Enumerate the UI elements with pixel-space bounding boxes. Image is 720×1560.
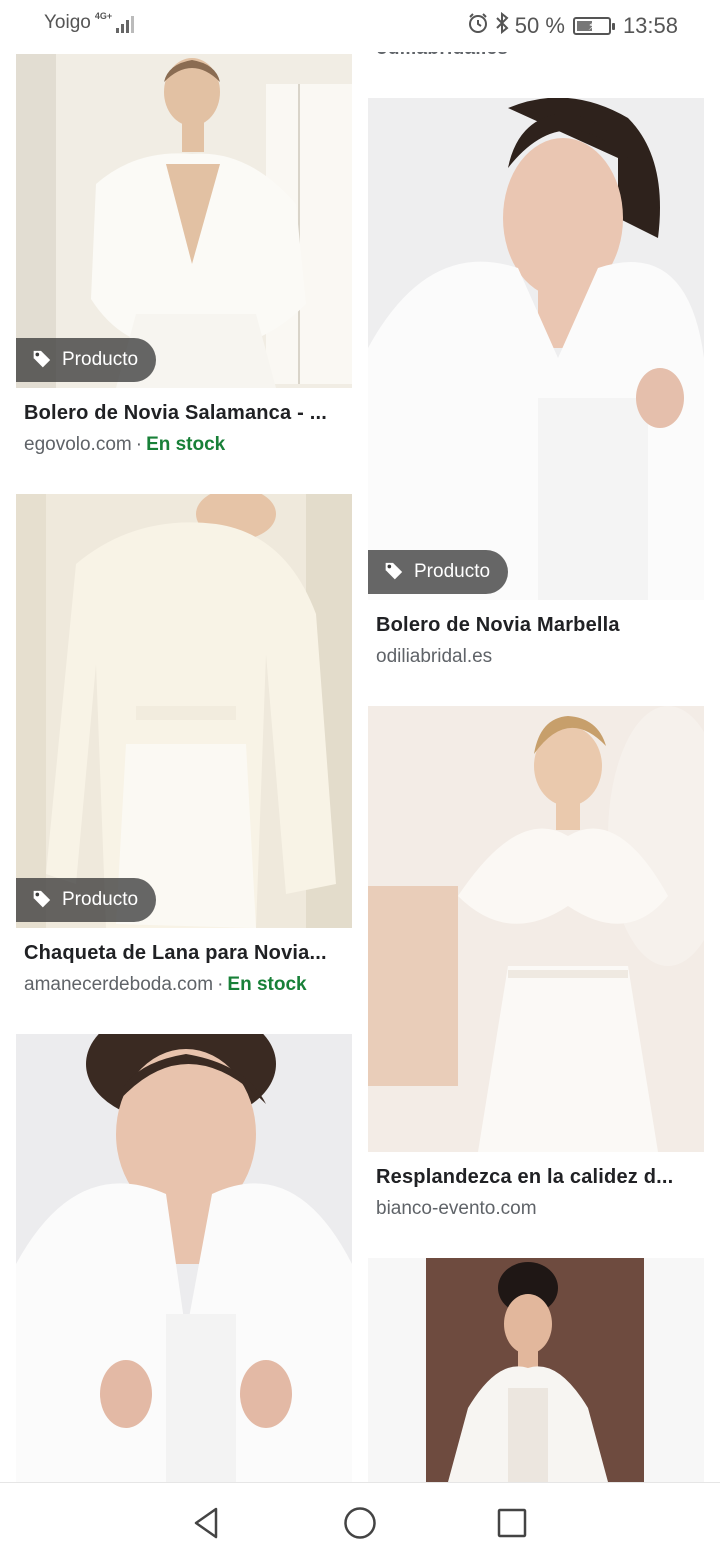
result-card[interactable]: Producto Bolero de Novia Marbella odilia… xyxy=(368,98,704,688)
result-card[interactable] xyxy=(16,1034,352,1482)
alarm-icon xyxy=(467,12,489,40)
result-image[interactable]: Producto xyxy=(16,54,352,388)
home-button[interactable] xyxy=(340,1503,380,1543)
result-meta: bianco-evento.com xyxy=(376,1198,537,1220)
tag-icon xyxy=(33,350,51,368)
status-right: 50 % ⚡ 13:58 xyxy=(467,11,678,40)
result-card[interactable] xyxy=(368,1258,704,1482)
bluetooth-icon xyxy=(495,11,509,40)
network-type: 4G+ xyxy=(94,11,113,21)
status-bar: Yoigo 4G+ 50 % ⚡ 13:58 xyxy=(0,0,720,52)
result-image[interactable] xyxy=(368,706,704,1152)
result-image[interactable] xyxy=(16,1034,352,1482)
result-image[interactable]: Producto xyxy=(16,494,352,928)
product-chip-label: Producto xyxy=(62,349,139,370)
meta-separator: · xyxy=(135,434,143,455)
meta-separator: · xyxy=(217,974,224,995)
battery-percent: 50 % xyxy=(514,13,565,38)
status-left: Yoigo 4G+ xyxy=(44,11,135,34)
product-chip: Producto xyxy=(16,338,157,382)
signal-icon xyxy=(116,13,135,33)
result-meta: amanecerdeboda.com · En stock xyxy=(24,974,307,996)
recents-button[interactable] xyxy=(492,1503,532,1543)
result-title[interactable]: Resplandezca en la calidez d... xyxy=(376,1166,700,1189)
stock-status: En stock xyxy=(227,974,307,995)
result-meta: odiliabridal.es xyxy=(376,646,492,668)
carrier-name: Yoigo xyxy=(44,12,91,33)
product-chip: Producto xyxy=(368,550,509,594)
result-domain: bianco-evento.com xyxy=(376,1198,537,1219)
result-title[interactable]: Chaqueta de Lana para Novia... xyxy=(24,942,348,965)
result-image[interactable] xyxy=(368,1258,704,1482)
result-card[interactable]: Resplandezca en la calidez d... bianco-e… xyxy=(368,706,704,1240)
result-card[interactable]: Producto Bolero de Novia Salamanca - ...… xyxy=(16,54,352,474)
result-domain: amanecerdeboda.com xyxy=(24,974,214,995)
system-nav-bar xyxy=(0,1482,720,1560)
product-chip-label: Producto xyxy=(62,889,139,910)
result-domain: odiliabridal.es xyxy=(376,646,493,667)
result-domain: egovolo.com xyxy=(24,434,132,455)
result-title[interactable]: Bolero de Novia Salamanca - ... xyxy=(24,402,348,425)
result-card[interactable]: Producto Chaqueta de Lana para Novia... … xyxy=(16,494,352,1014)
tag-icon xyxy=(385,562,403,580)
clock: 13:58 xyxy=(622,13,678,38)
tag-icon xyxy=(33,890,51,908)
product-chip-label: Producto xyxy=(414,561,491,582)
home-icon xyxy=(344,1507,376,1539)
product-chip: Producto xyxy=(16,878,157,922)
result-meta: egovolo.com · En stock xyxy=(24,434,225,456)
recents-icon xyxy=(497,1508,527,1538)
battery-icon: ⚡ xyxy=(572,17,615,35)
result-title[interactable]: Bolero de Novia Marbella xyxy=(376,614,700,637)
result-image[interactable]: Producto xyxy=(368,98,704,600)
back-icon xyxy=(194,1507,218,1539)
back-button[interactable] xyxy=(186,1503,226,1543)
stock-status: En stock xyxy=(146,434,226,455)
